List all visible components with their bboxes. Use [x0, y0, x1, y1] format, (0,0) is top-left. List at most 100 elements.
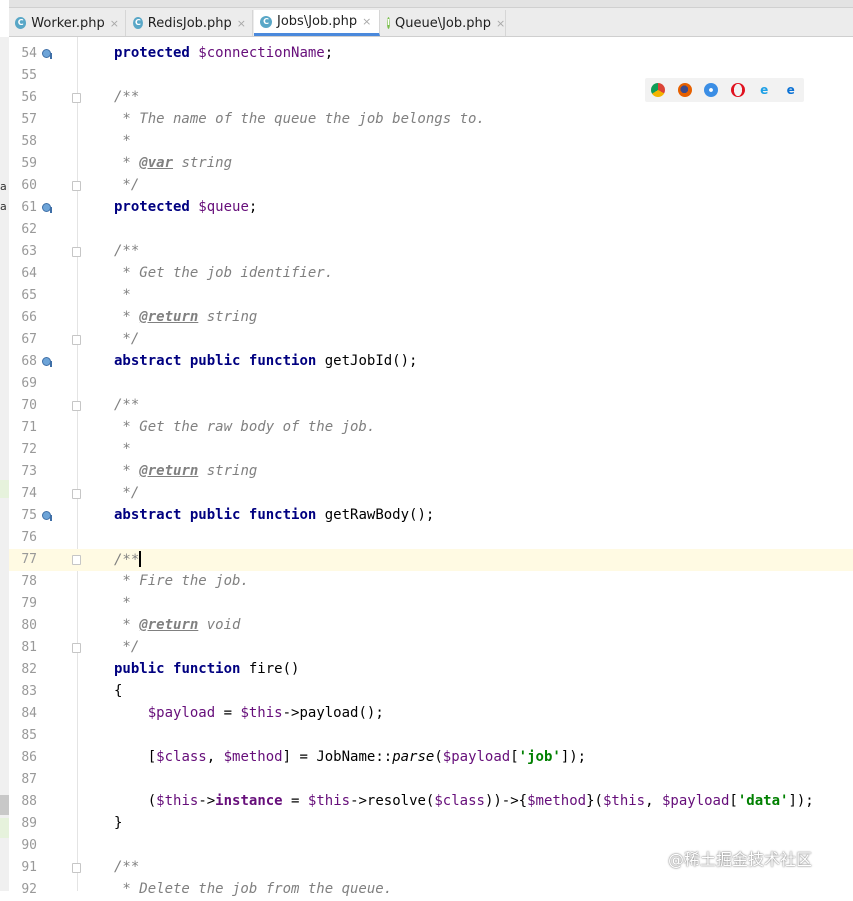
code-text: * — [114, 595, 131, 611]
tab-queue-job-php[interactable]: I Queue\Job.php × — [381, 10, 506, 36]
code-text: public function fire() — [114, 661, 300, 677]
implemented-icon[interactable] — [42, 203, 53, 213]
tab-label: RedisJob.php — [147, 15, 232, 31]
code-line[interactable]: 85 — [9, 725, 853, 747]
line-number: 58 — [21, 134, 37, 149]
tab-worker-php[interactable]: C Worker.php × — [9, 10, 126, 36]
tab-jobs-job-php[interactable]: C Jobs\Job.php × — [254, 10, 380, 36]
ie-icon[interactable]: e — [757, 83, 771, 97]
code-text: { — [114, 683, 123, 699]
code-line[interactable]: 67 */ — [9, 329, 853, 351]
line-number: 76 — [21, 530, 37, 545]
line-number: 69 — [21, 376, 37, 391]
implemented-icon[interactable] — [42, 49, 53, 59]
code-text: * — [114, 441, 131, 457]
tab-label: Jobs\Job.php — [277, 14, 358, 29]
tab-label: Worker.php — [31, 15, 105, 31]
opera-icon[interactable] — [730, 83, 745, 97]
code-line[interactable]: 83 { — [9, 681, 853, 703]
code-line[interactable]: 79 * — [9, 593, 853, 615]
code-line[interactable]: 63 /** — [9, 241, 853, 263]
code-line[interactable]: 65 * — [9, 285, 853, 307]
fold-marker-icon[interactable] — [72, 401, 81, 411]
code-line[interactable]: 81 */ — [9, 637, 853, 659]
safari-icon[interactable] — [704, 83, 719, 97]
code-line[interactable]: 84 $payload = $this->payload(); — [9, 703, 853, 725]
code-line[interactable]: 87 — [9, 769, 853, 791]
fold-marker-icon[interactable] — [72, 643, 81, 653]
code-line[interactable]: 60 */ — [9, 175, 853, 197]
code-line[interactable]: 80 * @return void — [9, 615, 853, 637]
code-text: /** — [114, 859, 140, 875]
code-line[interactable]: 62 — [9, 219, 853, 241]
code-line[interactable]: 77 /** — [9, 549, 853, 571]
implemented-icon[interactable] — [42, 511, 53, 521]
code-line[interactable]: 58 * — [9, 131, 853, 153]
code-line[interactable]: 68 abstract public function getJobId(); — [9, 351, 853, 373]
cut-off-text: a — [0, 200, 7, 213]
fold-marker-icon[interactable] — [72, 93, 81, 103]
code-line[interactable]: 75 abstract public function getRawBody(); — [9, 505, 853, 527]
code-line[interactable]: 78 * Fire the job. — [9, 571, 853, 593]
code-text: protected $connectionName; — [114, 45, 334, 61]
line-number: 73 — [21, 464, 37, 479]
line-number: 74 — [21, 486, 37, 501]
tab-redisjob-php[interactable]: C RedisJob.php × — [127, 10, 253, 36]
fold-marker-icon[interactable] — [72, 863, 81, 873]
code-line[interactable]: 71 * Get the raw body of the job. — [9, 417, 853, 439]
code-text: * @return string — [114, 309, 258, 325]
watermark: @稀土掘金技术社区 — [668, 850, 813, 869]
code-text: $payload = $this->payload(); — [147, 705, 384, 721]
fold-marker-icon[interactable] — [72, 489, 81, 499]
close-icon[interactable]: × — [362, 15, 371, 28]
code-line[interactable]: 57 * The name of the queue the job belon… — [9, 109, 853, 131]
code-line[interactable]: 89} — [9, 813, 853, 835]
implemented-icon[interactable] — [42, 357, 53, 367]
code-line[interactable]: 69 — [9, 373, 853, 395]
firefox-icon[interactable] — [677, 83, 692, 97]
line-number: 63 — [21, 244, 37, 259]
line-number: 88 — [21, 794, 37, 809]
code-line[interactable]: 70 /** — [9, 395, 853, 417]
edge-icon[interactable]: e — [784, 83, 798, 97]
line-number: 72 — [21, 442, 37, 457]
text-caret — [139, 551, 142, 567]
code-text: * @var string — [114, 155, 233, 171]
line-number: 75 — [21, 508, 37, 523]
line-number: 83 — [21, 684, 37, 699]
line-number: 79 — [21, 596, 37, 611]
change-marker — [0, 480, 9, 498]
line-number: 66 — [21, 310, 37, 325]
code-line[interactable]: 59 * @var string — [9, 153, 853, 175]
code-line[interactable]: 86 [$class, $method] = JobName::parse($p… — [9, 747, 853, 769]
code-line[interactable]: 61 protected $queue; — [9, 197, 853, 219]
code-line[interactable]: 73 * @return string — [9, 461, 853, 483]
code-line[interactable]: 72 * — [9, 439, 853, 461]
chrome-icon[interactable] — [651, 83, 666, 97]
line-number: 90 — [21, 838, 37, 853]
code-line[interactable]: 64 * Get the job identifier. — [9, 263, 853, 285]
code-line[interactable]: 88 ($this->instance = $this->resolve($cl… — [9, 791, 853, 813]
line-number: 77 — [21, 552, 37, 567]
code-text: */ — [114, 177, 140, 193]
code-line[interactable]: 76 — [9, 527, 853, 549]
close-icon[interactable]: × — [237, 17, 246, 30]
code-line[interactable]: 92 * Delete the job from the queue. — [9, 879, 853, 901]
line-number: 68 — [21, 354, 37, 369]
line-number: 85 — [21, 728, 37, 743]
close-icon[interactable]: × — [496, 17, 505, 30]
code-text: } — [114, 815, 123, 831]
line-number: 57 — [21, 112, 37, 127]
line-number: 80 — [21, 618, 37, 633]
code-line[interactable]: 82 public function fire() — [9, 659, 853, 681]
code-line[interactable]: 54 protected $connectionName; — [9, 43, 853, 65]
fold-marker-icon[interactable] — [72, 555, 81, 565]
fold-marker-icon[interactable] — [72, 335, 81, 345]
code-line[interactable]: 66 * @return string — [9, 307, 853, 329]
fold-marker-icon[interactable] — [72, 181, 81, 191]
code-text: */ — [114, 331, 140, 347]
code-text: * — [114, 287, 131, 303]
code-line[interactable]: 74 */ — [9, 483, 853, 505]
fold-marker-icon[interactable] — [72, 247, 81, 257]
close-icon[interactable]: × — [110, 17, 119, 30]
